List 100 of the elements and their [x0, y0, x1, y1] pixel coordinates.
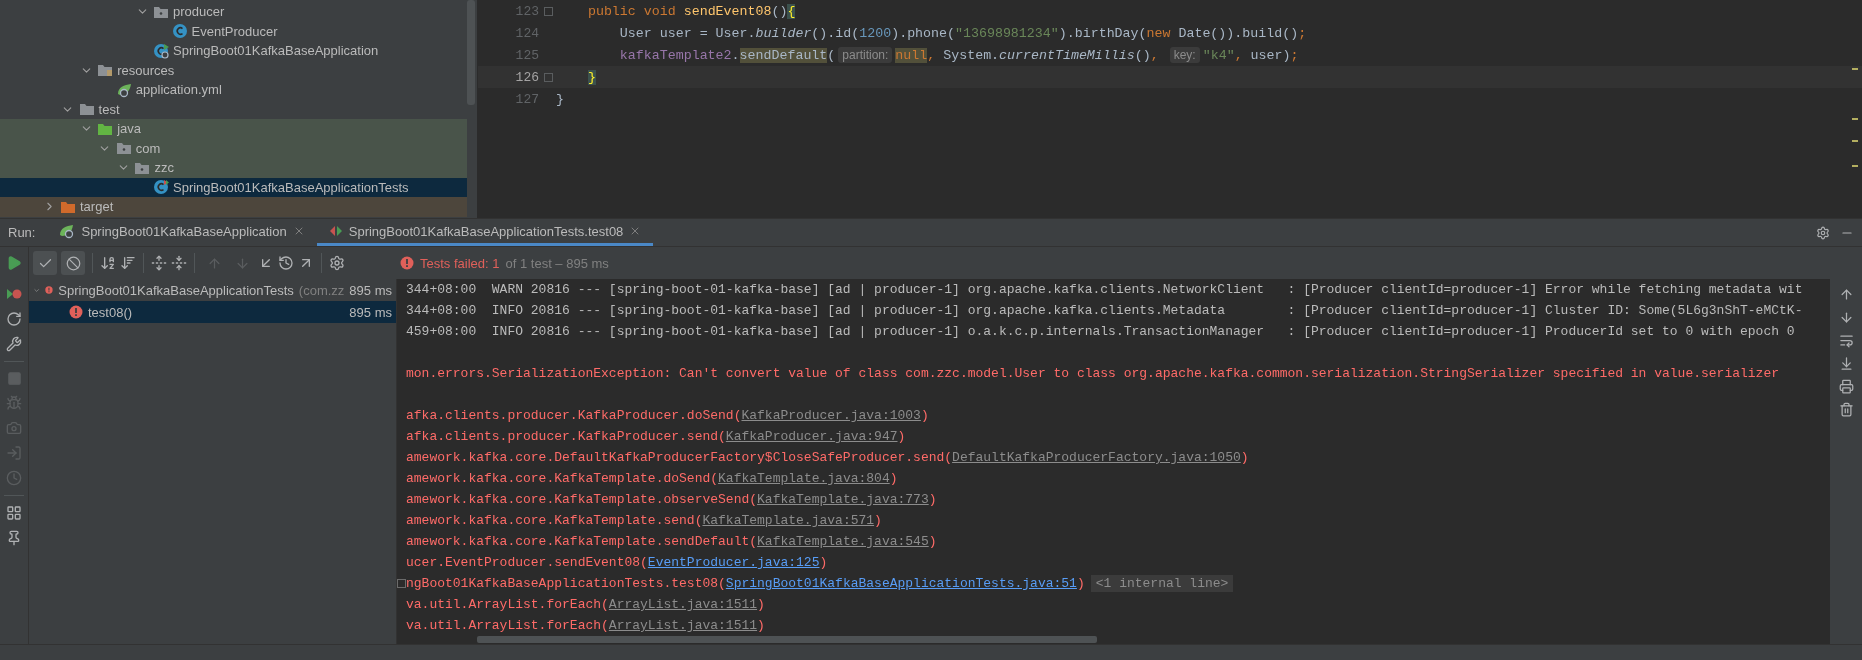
code-line: public void sendEvent08(){	[586, 2, 797, 21]
stop-icon[interactable]	[6, 371, 22, 386]
tree-item-label: EventProducer	[191, 23, 278, 39]
tool-window-title: Run:	[8, 225, 36, 240]
source-link[interactable]: SpringBoot01KafkaBaseApplicationTests.java:51	[725, 576, 1077, 591]
sort-icon[interactable]	[120, 255, 136, 271]
bug-icon[interactable]	[6, 395, 22, 411]
pin-icon[interactable]	[6, 530, 22, 546]
stack-frame: amework.kafka.core.KafkaTemplate.sendDefault(	[406, 534, 758, 549]
settings-icon[interactable]	[329, 255, 345, 271]
soft-wrap-icon[interactable]	[1838, 333, 1854, 348]
trash-icon[interactable]	[1838, 402, 1854, 417]
stack-frame: ucer.EventProducer.sendEvent08(	[406, 555, 648, 570]
tree-item-label: com	[135, 140, 161, 156]
tree-row[interactable]: EventProducer	[0, 21, 467, 41]
tree-row[interactable]: SpringBoot01KafkaBaseApplicationTests	[0, 177, 467, 197]
stack-frame: )	[874, 513, 882, 528]
line-number: 123	[514, 3, 540, 19]
source-link[interactable]: ArrayList.java:1511	[608, 618, 758, 633]
test-row[interactable]: SpringBoot01KafkaBaseApplicationTests (com.zz 895 ms	[29, 279, 396, 301]
tree-row[interactable]: resources	[0, 60, 467, 80]
stack-frame: )	[928, 492, 937, 507]
package-icon	[153, 4, 169, 19]
tree-item-label: zzc	[154, 160, 174, 176]
source-link[interactable]: KafkaTemplate.java:804	[718, 471, 890, 486]
exception-message: mon.errors.SerializationException: Can't convert value of class com.zzc.model.User to class org.apache.kafka.common.serialization.StringSerializer specified in value.serializer	[406, 366, 1780, 381]
stack-frame: amework.kafka.core.KafkaTemplate.observeSend(	[406, 492, 758, 507]
print-icon[interactable]	[1838, 379, 1854, 394]
stack-frame: )	[1240, 450, 1249, 465]
rerun-failed-icon[interactable]	[6, 286, 22, 302]
source-link[interactable]: ArrayList.java:1511	[608, 597, 758, 612]
scrollbar-thumb[interactable]	[477, 636, 1097, 643]
source-link[interactable]: DefaultKafkaProducerFactory.java:1050	[952, 450, 1241, 465]
tree-row[interactable]: zzc	[0, 158, 467, 178]
tree-item-label: resources	[117, 62, 175, 78]
stack-frame: va.util.ArrayList.forEach(	[406, 597, 609, 612]
tests-failed-text: Tests failed: 1	[420, 255, 500, 271]
expand-icon[interactable]	[397, 579, 406, 588]
collapse-all-icon[interactable]	[171, 255, 187, 271]
tree-row[interactable]: producer	[0, 2, 467, 22]
expand-all-icon[interactable]	[151, 255, 167, 271]
scroll-marker[interactable]	[1852, 165, 1858, 167]
tree-row[interactable]: test	[0, 99, 467, 119]
internal-lines-note[interactable]: <1 internal line>	[1090, 575, 1234, 592]
show-ignored-button[interactable]	[61, 251, 85, 275]
run-tab[interactable]: SpringBoot01KafkaBaseApplication	[47, 219, 317, 246]
up-icon[interactable]	[1838, 287, 1854, 302]
tree-row[interactable]: java	[0, 119, 467, 139]
source-link[interactable]: KafkaProducer.java:947	[725, 429, 898, 444]
stack-frame: )	[757, 618, 765, 633]
run-config-icon	[59, 223, 76, 239]
rerun-icon[interactable]	[6, 311, 22, 327]
show-passed-button[interactable]	[33, 251, 57, 275]
resources-folder-icon	[97, 63, 114, 78]
test-row[interactable]: test08() 895 ms	[29, 301, 396, 323]
play-icon[interactable]	[6, 255, 22, 271]
camera-icon[interactable]	[6, 420, 22, 436]
tree-item-label: test	[98, 101, 120, 117]
stack-frame: )	[920, 408, 929, 423]
layout-icon[interactable]	[6, 505, 22, 521]
wrench-icon[interactable]	[6, 336, 22, 352]
line-number: 125	[514, 47, 540, 63]
source-link[interactable]: KafkaTemplate.java:773	[757, 492, 929, 507]
scroll-marker[interactable]	[1852, 140, 1858, 142]
clock-icon[interactable]	[6, 470, 22, 486]
tree-item-label: java	[117, 121, 142, 137]
fold-marker-icon[interactable]	[544, 6, 553, 16]
package-icon	[115, 141, 132, 156]
line-number: 126	[514, 69, 540, 85]
test-duration: 895 ms	[349, 282, 392, 298]
scroll-marker[interactable]	[1852, 118, 1858, 120]
stack-frame: )	[928, 534, 937, 549]
tree-row[interactable]: application.yml	[0, 80, 467, 100]
stack-frame: )	[757, 597, 765, 612]
settings-icon[interactable]	[1816, 225, 1830, 240]
log-line: 344+08:00 WARN 20816 --- [spring-boot-01-kafka-base] [ad | producer-1] org.apache.kafka.clients.NetworkClient : [Producer clientId=producer-1] Error while fetching metadata wit	[406, 282, 1803, 297]
folder-icon	[97, 121, 114, 136]
test-class-icon	[153, 179, 169, 196]
tree-row[interactable]: SpringBoot01KafkaBaseApplication	[0, 41, 467, 61]
source-link[interactable]: KafkaTemplate.java:571	[702, 513, 875, 528]
stack-frame: amework.kafka.core.KafkaTemplate.doSend(	[406, 471, 719, 486]
code-line: User user = User.builder().id(1200).phone("13698981234").birthDay(new Date()).build();	[618, 24, 1308, 43]
down-icon[interactable]	[1838, 310, 1854, 325]
stack-frame: )	[1076, 576, 1085, 591]
tree-row[interactable]: com	[0, 138, 467, 158]
fold-marker-icon[interactable]	[544, 72, 553, 82]
test-package: (com.zz	[298, 282, 345, 298]
source-link[interactable]: EventProducer.java:125	[647, 555, 820, 570]
sort-alphabetical-icon[interactable]	[100, 255, 116, 271]
tree-item-label: SpringBoot01KafkaBaseApplication	[173, 43, 379, 59]
stack-frame: afka.clients.producer.KafkaProducer.send(	[406, 429, 726, 444]
source-link[interactable]: KafkaTemplate.java:545	[757, 534, 929, 549]
history-icon[interactable]	[278, 255, 294, 271]
stack-frame: va.util.ArrayList.forEach(	[406, 618, 609, 633]
scroll-marker[interactable]	[1852, 68, 1858, 70]
exit-icon[interactable]	[6, 445, 22, 461]
tree-row[interactable]: target	[0, 197, 467, 217]
stack-frame: )	[897, 429, 906, 444]
source-link[interactable]: KafkaProducer.java:1003	[741, 408, 921, 423]
config-file-icon	[115, 81, 132, 98]
